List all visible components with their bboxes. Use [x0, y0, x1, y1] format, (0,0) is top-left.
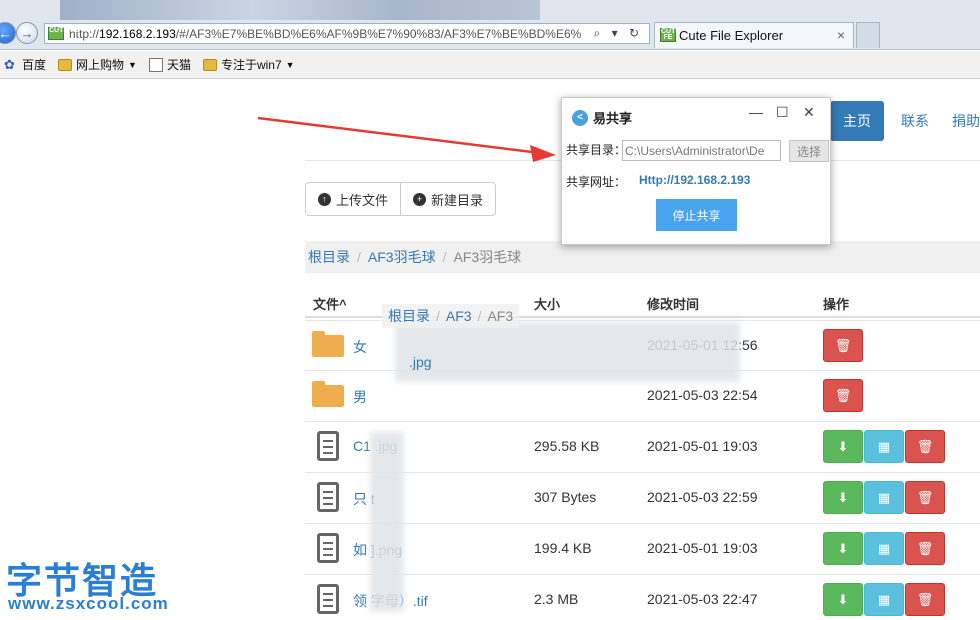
share-icon: < — [572, 109, 588, 126]
choose-button[interactable]: 选择 — [789, 140, 829, 162]
share-dir-input[interactable] — [622, 140, 781, 161]
share-dir-label: 共享目录： — [566, 143, 627, 157]
easy-share-window: < 易共享 — ☐ ✕ 共享目录： 选择 共享网址： Http://192.16… — [561, 97, 831, 245]
close-icon[interactable]: ✕ — [803, 104, 815, 121]
annotation-arrow — [257, 116, 556, 162]
watermark-url: www.zsxcool.com — [8, 594, 169, 613]
stop-share-button[interactable]: 停止共享 — [656, 199, 737, 231]
share-url-label: 共享网址： — [566, 175, 627, 189]
share-url-link[interactable]: Http://192.168.2.193 — [639, 173, 750, 187]
maximize-icon[interactable]: ☐ — [776, 104, 789, 121]
window-title: < 易共享 — [572, 108, 632, 127]
minimize-icon[interactable]: — — [749, 104, 763, 120]
screenshot-root: ← → CUTE FE http://192.168.2.193/#/AF3%E… — [0, 0, 980, 620]
